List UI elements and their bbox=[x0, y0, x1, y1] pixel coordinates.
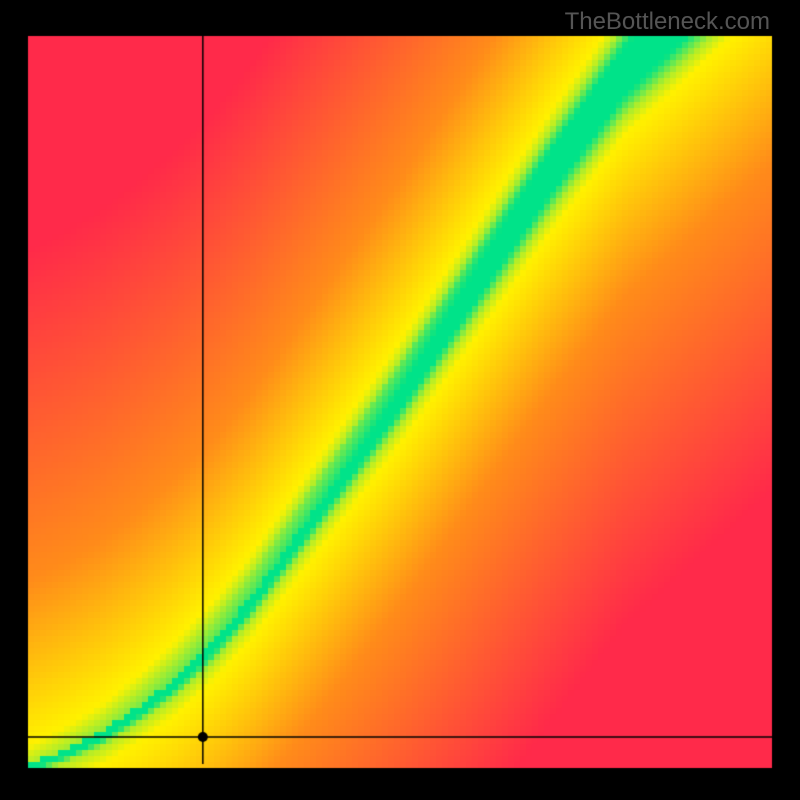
heatmap-canvas bbox=[0, 0, 800, 800]
chart-container: TheBottleneck.com bbox=[0, 0, 800, 800]
watermark-text: TheBottleneck.com bbox=[565, 8, 770, 36]
